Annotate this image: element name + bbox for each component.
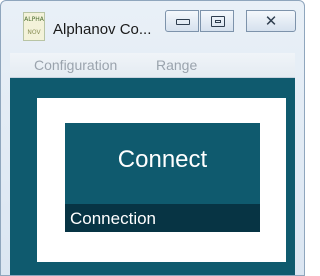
menu-configuration[interactable]: Configuration	[34, 57, 117, 73]
menu-bar: Configuration Range	[10, 53, 295, 78]
close-icon: ✕	[264, 12, 278, 30]
connection-status-bar: Connection	[65, 204, 260, 232]
maximize-button[interactable]	[200, 10, 234, 32]
minimize-button[interactable]	[165, 10, 199, 32]
close-button[interactable]: ✕	[246, 10, 296, 32]
menu-range[interactable]: Range	[156, 57, 197, 73]
client-area: Connect Connection	[10, 78, 295, 275]
app-logo-text-top: ALPHA	[24, 16, 44, 23]
app-logo-icon[interactable]: ALPHA NOV	[23, 12, 45, 41]
minimize-icon	[176, 19, 190, 25]
title-bar[interactable]: ALPHA NOV Alphanov Co... ✕	[1, 1, 304, 53]
connect-button-label: Connect	[117, 146, 208, 173]
app-logo-text-bottom: NOV	[27, 29, 41, 36]
maximize-icon	[211, 16, 225, 27]
window-title: Alphanov Co...	[53, 21, 152, 38]
app-window: ALPHA NOV Alphanov Co... ✕ Configuration…	[0, 0, 305, 276]
connect-button[interactable]: Connect	[65, 123, 260, 204]
content-panel: Connect Connection	[37, 98, 286, 262]
connection-status-label: Connection	[70, 209, 157, 228]
